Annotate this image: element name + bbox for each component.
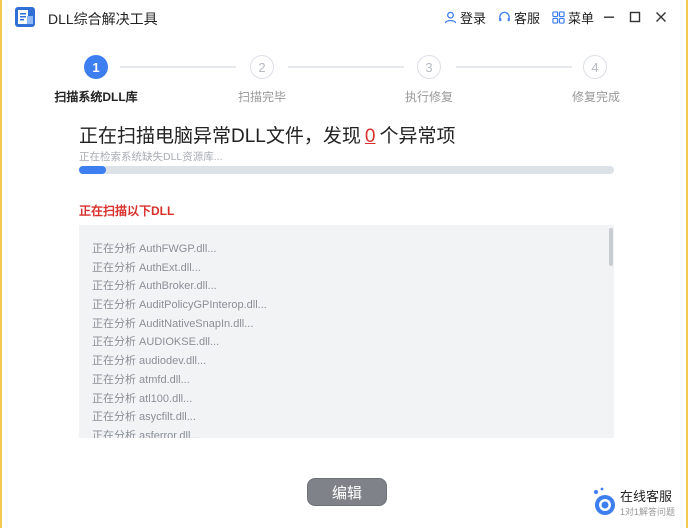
scan-headline: 正在扫描电脑异常DLL文件，发现 0 个异常项 (79, 121, 455, 148)
app-window: DLL综合解决工具 登录 客服 菜单 1 2 3 4 扫描系统DLL库 扫描完毕… (0, 0, 688, 528)
log-item: 正在分析 AuthBroker.dll... (92, 280, 217, 293)
support-title: 在线客服 (620, 489, 673, 504)
log-scrollbar[interactable] (608, 225, 614, 438)
step-3-circle: 3 (417, 55, 441, 79)
step-4-circle: 4 (583, 55, 607, 79)
scan-progress-bar (79, 166, 614, 174)
service-label: 客服 (513, 10, 540, 26)
minimize-button[interactable] (598, 6, 620, 28)
step-connector (120, 66, 236, 68)
step-1-label: 扫描系统DLL库 (54, 90, 138, 104)
step-connector (456, 66, 572, 68)
log-item: 正在分析 audiodev.dll... (92, 355, 207, 368)
app-title: DLL综合解决工具 (48, 11, 158, 27)
user-icon (444, 11, 457, 23)
title-bar: DLL综合解决工具 登录 客服 菜单 (2, 0, 686, 34)
close-button[interactable] (650, 6, 672, 28)
log-item: 正在分析 AuditPolicyGPInterop.dll... (92, 299, 267, 312)
log-item: 正在分析 atl100.dll... (92, 392, 193, 405)
grid-menu-icon (552, 10, 565, 24)
support-subtitle: 1对1解答问题 (620, 507, 676, 517)
log-item: 正在分析 AUDIOKSE.dll... (92, 336, 220, 349)
menu-link[interactable]: 菜单 (552, 8, 594, 27)
scan-status-text: 正在检索系统缺失DLL资源库... (79, 151, 223, 163)
scan-progress-fill (79, 166, 106, 174)
found-count: 0 (364, 126, 376, 147)
log-scroll-thumb[interactable] (609, 228, 613, 266)
step-2-circle: 2 (250, 55, 274, 79)
log-item: 正在分析 AuditNativeSnapIn.dll... (92, 317, 254, 330)
scan-section-label: 正在扫描以下DLL (79, 204, 175, 218)
log-item: 正在分析 asferror.dll... (92, 429, 200, 438)
edit-button[interactable]: 编辑 (307, 478, 387, 506)
login-link[interactable]: 登录 (444, 8, 486, 27)
log-item: 正在分析 atmfd.dll... (92, 373, 190, 386)
step-connector (288, 66, 404, 68)
top-actions: 登录 客服 菜单 (432, 6, 672, 28)
headset-icon (499, 11, 510, 21)
app-logo-icon (14, 6, 36, 28)
headline-prefix: 正在扫描电脑异常DLL文件，发现 (79, 126, 361, 147)
menu-label: 菜单 (567, 10, 594, 26)
log-item: 正在分析 AuthFWGP.dll... (92, 243, 217, 255)
support-chat-icon (594, 487, 615, 515)
step-4-label: 修复完成 (571, 90, 620, 104)
maximize-icon (629, 11, 641, 23)
login-label: 登录 (459, 10, 486, 26)
maximize-button[interactable] (624, 6, 646, 28)
online-support[interactable]: 在线客服 1对1解答问题 (592, 486, 688, 520)
headline-suffix: 个异常项 (379, 126, 456, 147)
service-link[interactable]: 客服 (498, 8, 540, 27)
step-2-label: 扫描完毕 (237, 90, 286, 104)
minimize-icon (604, 16, 614, 18)
log-item: 正在分析 AuthExt.dll... (92, 261, 201, 274)
log-items: 正在分析 AuthFWGP.dll... 正在分析 AuthExt.dll... 正… (92, 240, 267, 438)
close-icon (656, 12, 666, 22)
step-3-label: 执行修复 (404, 90, 453, 104)
scan-log-list[interactable]: 正在分析 AuthFWGP.dll... 正在分析 AuthExt.dll... 正… (79, 225, 614, 438)
step-1-circle: 1 (84, 55, 108, 79)
log-item: 正在分析 asycfilt.dll... (92, 411, 196, 424)
